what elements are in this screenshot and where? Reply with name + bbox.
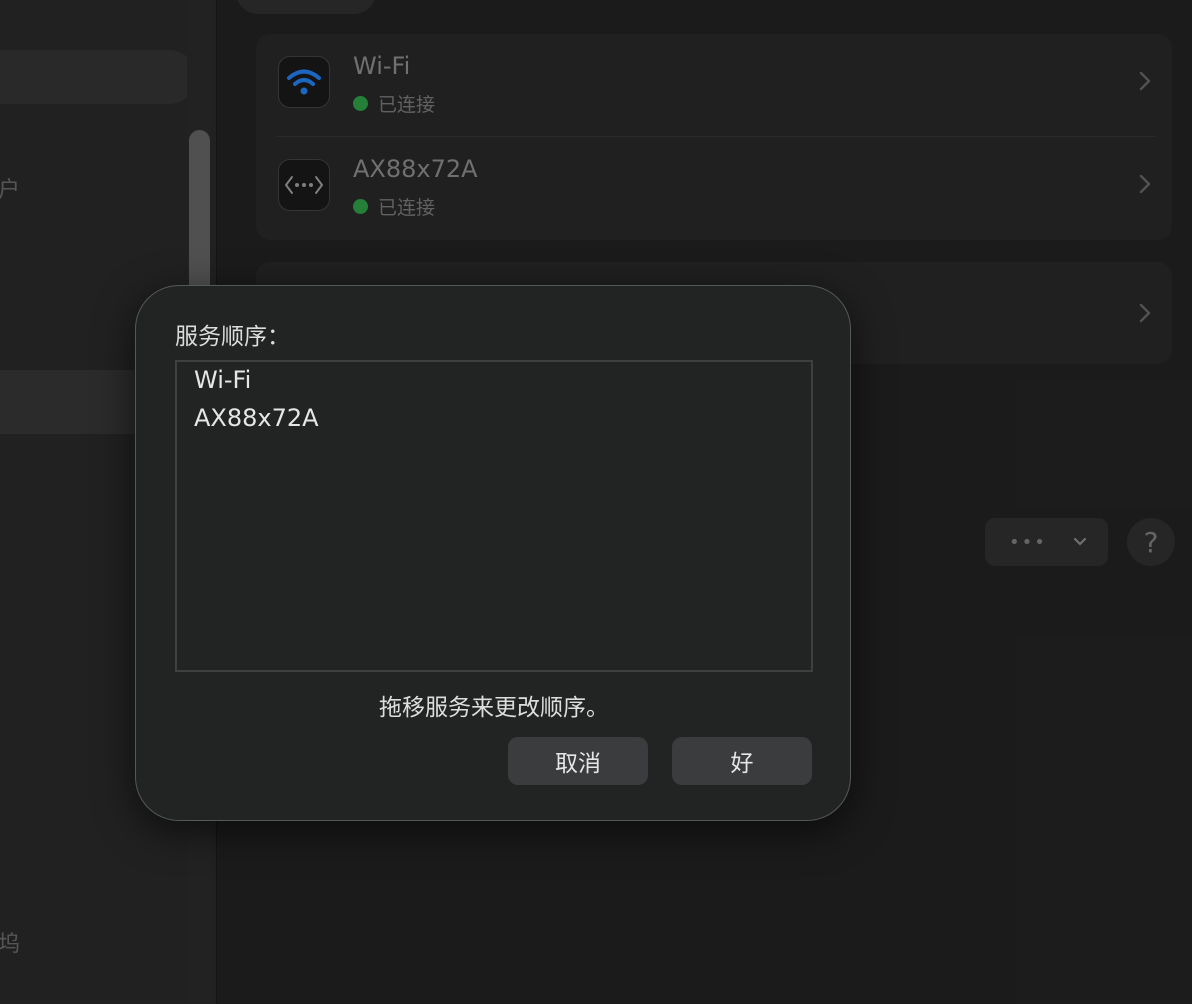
ok-button[interactable]: 好 [672,737,812,785]
list-item[interactable]: AX88x72A [194,404,319,432]
dialog-hint: 拖移服务来更改顺序。 [379,695,609,721]
system-settings-window: 户 坞 Wi-Fi 已连接 AX88x72A 已连接 ••• ? 服务顺序： W… [0,0,1192,1004]
cancel-button[interactable]: 取消 [508,737,648,785]
service-order-dialog: 服务顺序： Wi-Fi AX88x72A 拖移服务来更改顺序。 取消 好 [135,285,851,821]
dialog-title: 服务顺序： [175,324,290,350]
service-order-list[interactable]: Wi-Fi AX88x72A [175,360,813,672]
list-item[interactable]: Wi-Fi [194,366,251,394]
